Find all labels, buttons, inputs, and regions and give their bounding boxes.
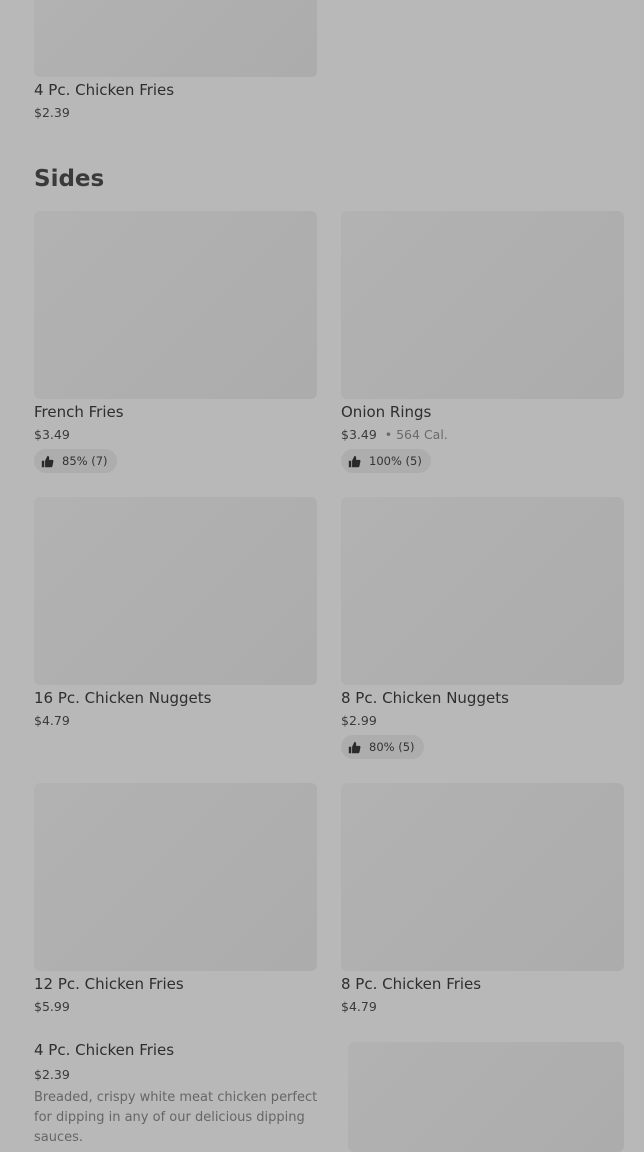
item-price: $3.49 — [34, 427, 70, 442]
item-price: $4.79 — [34, 713, 70, 728]
item-image[interactable] — [341, 497, 624, 685]
item-image[interactable] — [34, 783, 317, 971]
item-price: $2.39 — [34, 1067, 70, 1082]
item-name[interactable]: French Fries — [34, 402, 124, 422]
item-price: $2.99 — [341, 713, 377, 728]
item-image[interactable] — [34, 0, 317, 77]
item-name[interactable]: Onion Rings — [341, 402, 431, 422]
rating-badge: 85% (7) — [34, 449, 117, 473]
item-name[interactable]: 4 Pc. Chicken Fries — [34, 80, 174, 100]
item-price: $5.99 — [34, 999, 70, 1014]
item-image[interactable] — [341, 211, 624, 399]
item-name[interactable]: 8 Pc. Chicken Fries — [341, 974, 481, 994]
section-title: Sides — [34, 166, 105, 192]
rating-value: 85% (7) — [62, 454, 108, 468]
item-name[interactable]: 4 Pc. Chicken Fries — [34, 1040, 174, 1060]
item-price: $3.49 — [341, 427, 377, 442]
item-name[interactable]: 8 Pc. Chicken Nuggets — [341, 688, 509, 708]
item-image[interactable] — [34, 211, 317, 399]
rating-value: 80% (5) — [369, 740, 415, 754]
item-price: $2.39 — [34, 105, 70, 120]
item-calories: 564 Cal. — [396, 427, 448, 442]
thumbs-up-icon — [348, 741, 361, 753]
item-price-calories: $3.49 • 564 Cal. — [341, 427, 448, 443]
item-image[interactable] — [34, 497, 317, 685]
item-image[interactable] — [341, 783, 624, 971]
item-description: Breaded, crispy white meat chicken perfe… — [34, 1090, 318, 1145]
thumbs-up-icon — [348, 455, 361, 467]
rating-badge: 80% (5) — [341, 735, 424, 759]
rating-value: 100% (5) — [369, 454, 422, 468]
item-image[interactable] — [348, 1042, 624, 1152]
thumbs-up-icon — [41, 455, 54, 467]
item-price: $4.79 — [341, 999, 377, 1014]
rating-badge: 100% (5) — [341, 449, 431, 473]
item-name[interactable]: 12 Pc. Chicken Fries — [34, 974, 184, 994]
separator-dot: • — [380, 427, 397, 442]
item-name[interactable]: 16 Pc. Chicken Nuggets — [34, 688, 211, 708]
